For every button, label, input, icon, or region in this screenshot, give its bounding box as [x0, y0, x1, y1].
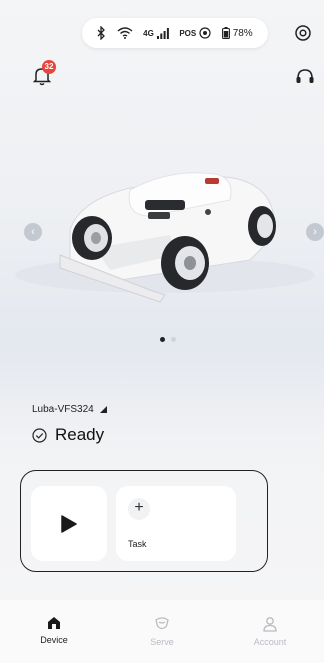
nav-device[interactable]: Device — [0, 600, 108, 663]
battery-icon — [221, 27, 230, 39]
carousel-prev-button[interactable]: ‹ — [24, 223, 42, 241]
chevron-right-icon: › — [313, 226, 317, 238]
carousel-dot[interactable] — [171, 337, 176, 342]
bluetooth-icon — [97, 26, 106, 40]
add-icon: + — [128, 498, 150, 520]
nav-serve[interactable]: Serve — [108, 600, 216, 663]
battery-level: 78% — [232, 27, 253, 39]
chevron-left-icon: ‹ — [31, 226, 35, 238]
notification-badge: 32 — [42, 60, 56, 74]
start-mowing-button[interactable] — [31, 486, 107, 561]
carousel-dots — [160, 337, 176, 342]
pos-indicator: POS — [179, 27, 211, 39]
satellite-icon — [199, 27, 211, 39]
carousel-next-button[interactable]: › — [306, 223, 324, 241]
check-circle-icon — [32, 427, 47, 443]
battery-indicator: 78% — [221, 27, 253, 39]
network-type: 4G — [143, 28, 154, 38]
caret-down-icon — [99, 406, 107, 413]
bottom-nav: Device Serve Account — [0, 600, 324, 663]
nav-account[interactable]: Account — [216, 600, 324, 663]
home-icon — [48, 617, 60, 629]
mower-image — [15, 172, 315, 303]
status-pill: 4G POS 78% — [82, 18, 268, 48]
cellular-signal: 4G — [143, 27, 169, 39]
status-text: Ready — [55, 425, 105, 444]
device-name: Luba-VFS324 — [32, 404, 94, 415]
nav-label-account: Account — [253, 637, 287, 647]
support-button[interactable] — [294, 66, 316, 88]
task-button[interactable]: + Task — [116, 486, 236, 561]
signal-bars-icon — [156, 27, 169, 39]
nav-label-serve: Serve — [150, 637, 174, 647]
wifi-icon — [117, 27, 133, 39]
nav-label-device: Device — [40, 635, 68, 645]
play-icon — [61, 514, 77, 533]
settings-button[interactable] — [293, 23, 313, 43]
carousel-dot-active[interactable] — [160, 337, 165, 342]
pos-label: POS — [179, 28, 197, 38]
notifications-button[interactable]: 32 — [33, 60, 57, 88]
device-status: Ready — [32, 425, 104, 445]
shield-icon — [155, 617, 169, 630]
task-label: Task — [128, 539, 147, 549]
user-icon — [263, 617, 277, 632]
headset-icon — [296, 69, 314, 83]
settings-icon — [295, 25, 311, 41]
device-selector[interactable]: Luba-VFS324 — [32, 404, 107, 415]
